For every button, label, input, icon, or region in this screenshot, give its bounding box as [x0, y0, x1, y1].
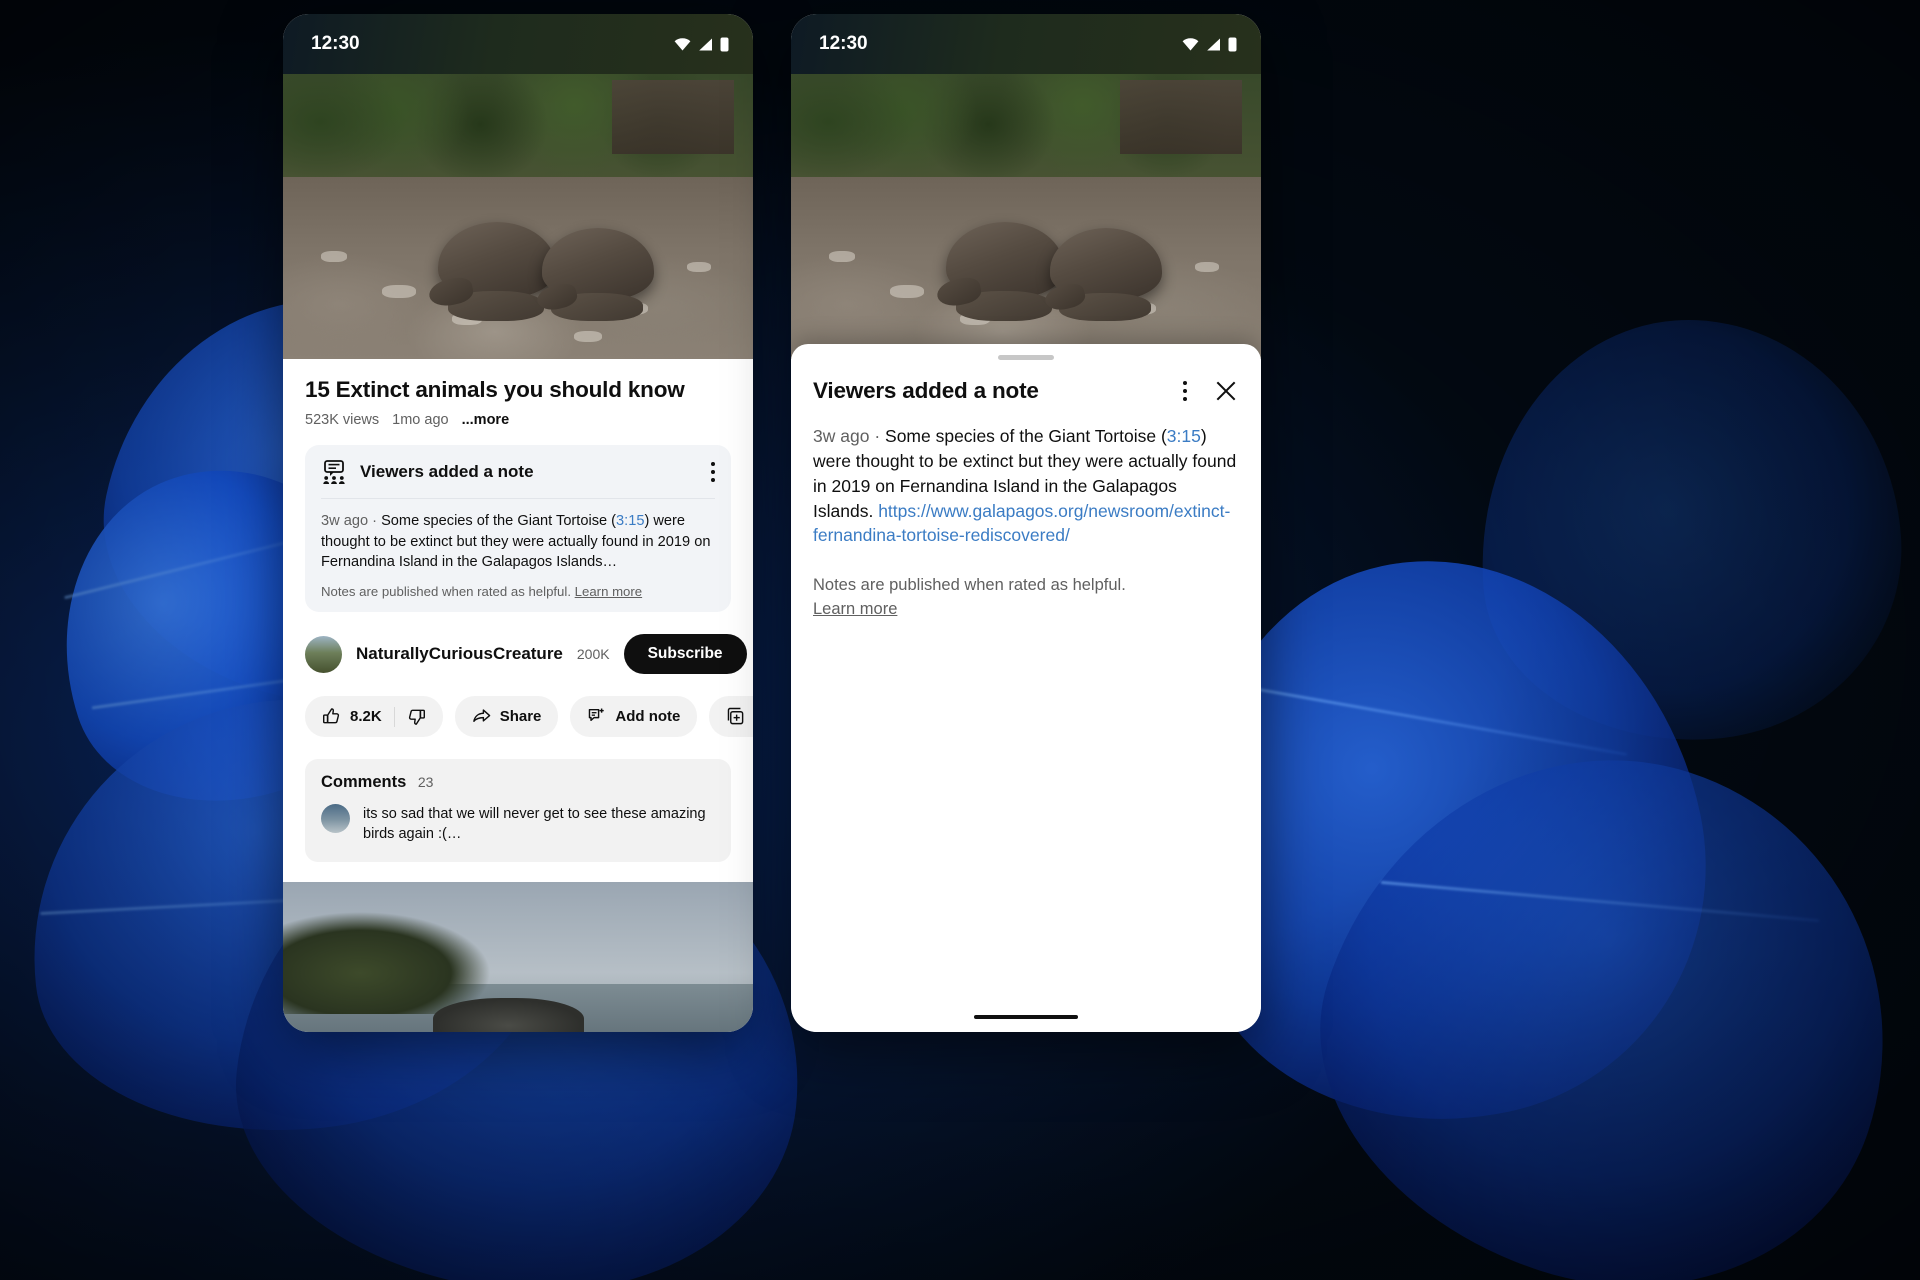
- viewers-note-title: Viewers added a note: [360, 462, 534, 481]
- comments-count: 23: [417, 774, 434, 791]
- view-count: 523K views: [305, 412, 380, 428]
- share-button[interactable]: Share: [454, 696, 559, 738]
- channel-avatar[interactable]: [305, 635, 342, 673]
- note-separator: ·: [372, 513, 377, 529]
- note-timestamp: 3w ago: [321, 513, 369, 529]
- learn-more-link[interactable]: Learn more: [813, 598, 1239, 622]
- action-buttons-row: 8.2K Share Add note: [305, 696, 753, 738]
- channel-row: NaturallyCuriousCreature 200K Subscribe: [305, 634, 747, 675]
- bottom-sheet-title: Viewers added a note: [813, 378, 1039, 403]
- status-bar-clock: 12:30: [311, 33, 360, 54]
- more-description-button[interactable]: ...more: [462, 412, 510, 428]
- note-video-timestamp-link[interactable]: 3:15: [1167, 426, 1201, 446]
- video-details: 15 Extinct animals you should know 523K …: [283, 377, 753, 863]
- share-arrow-icon: [472, 707, 491, 726]
- note-video-timestamp-link[interactable]: 3:15: [616, 513, 644, 529]
- phone-screenshot-right: 12:30 Viewers added a note 3w ago · Some…: [791, 14, 1261, 1032]
- video-player-thumbnail[interactable]: [791, 74, 1261, 359]
- commenter-avatar: [321, 804, 350, 834]
- video-title: 15 Extinct animals you should know: [305, 377, 685, 402]
- learn-more-link[interactable]: Learn more: [575, 584, 642, 599]
- home-indicator[interactable]: [974, 1015, 1078, 1019]
- share-label: Share: [499, 708, 542, 726]
- battery-icon: [1228, 37, 1237, 52]
- phone-screenshot-left: 12:30 15 Extinct animals you should know…: [283, 14, 753, 1032]
- comments-section[interactable]: Comments 23 its so sad that we will neve…: [305, 759, 731, 863]
- note-text-part1: Some species of the Giant Tortoise (: [381, 513, 617, 529]
- bottom-sheet-header: Viewers added a note: [813, 378, 1239, 404]
- status-bar: 12:30: [283, 14, 753, 74]
- video-meta: 523K views 1mo ago ...more: [305, 412, 731, 428]
- add-note-button[interactable]: Add note: [570, 696, 698, 738]
- viewers-note-icon: [321, 459, 347, 485]
- battery-icon: [720, 37, 729, 52]
- bottom-sheet-note-body: 3w ago · Some species of the Giant Torto…: [813, 424, 1239, 548]
- bottom-sheet-footer: Notes are published when rated as helpfu…: [813, 574, 1239, 622]
- thumbs-down-icon[interactable]: [407, 707, 426, 726]
- status-bar: 12:30: [791, 14, 1261, 74]
- thumbs-up-icon[interactable]: [322, 707, 341, 726]
- channel-name[interactable]: NaturallyCuriousCreature: [356, 644, 563, 664]
- signal-icon: [1206, 38, 1221, 51]
- note-footer-text: Notes are published when rated as helpfu…: [321, 584, 571, 600]
- like-count: 8.2K: [350, 708, 382, 726]
- comments-heading: Comments: [321, 773, 407, 792]
- channel-subscriber-count: 200K: [576, 646, 610, 663]
- more-vertical-icon[interactable]: [711, 462, 715, 482]
- divider: [321, 498, 715, 499]
- video-thumbnail-image: [791, 74, 1261, 359]
- note-text-part1: Some species of the Giant Tortoise (: [885, 426, 1167, 446]
- save-button[interactable]: Sa: [709, 696, 753, 738]
- viewers-note-header: Viewers added a note: [321, 459, 715, 485]
- publish-date: 1mo ago: [392, 412, 449, 428]
- like-dislike-chip[interactable]: 8.2K: [305, 696, 443, 738]
- drag-handle[interactable]: [998, 355, 1054, 360]
- top-comment-row[interactable]: its so sad that we will never get to see…: [321, 804, 715, 844]
- add-note-icon: [587, 707, 606, 726]
- add-note-label: Add note: [615, 708, 681, 726]
- note-separator: ·: [874, 426, 881, 446]
- viewers-note-card[interactable]: Viewers added a note 3w ago · Some speci…: [305, 445, 731, 613]
- close-icon[interactable]: [1213, 378, 1239, 404]
- save-icon: [726, 707, 745, 726]
- viewers-note-bottom-sheet: Viewers added a note 3w ago · Some speci…: [791, 344, 1261, 1032]
- wifi-icon: [1182, 37, 1199, 51]
- video-thumbnail-image: [283, 74, 753, 359]
- divider: [393, 706, 395, 727]
- viewers-note-footer: Notes are published when rated as helpfu…: [321, 584, 715, 599]
- note-timestamp: 3w ago: [813, 426, 870, 446]
- next-video-thumbnail[interactable]: [283, 882, 753, 1032]
- status-bar-clock: 12:30: [819, 33, 868, 54]
- viewers-note-body: 3w ago · Some species of the Giant Torto…: [321, 511, 715, 573]
- subscribe-button[interactable]: Subscribe: [623, 634, 747, 675]
- comments-header: Comments 23: [321, 773, 715, 792]
- video-player-thumbnail[interactable]: [283, 74, 753, 359]
- wifi-icon: [674, 37, 691, 51]
- more-vertical-icon[interactable]: [1183, 381, 1187, 401]
- status-bar-icons: [674, 37, 729, 52]
- top-comment-text: its so sad that we will never get to see…: [363, 806, 706, 843]
- status-bar-icons: [1182, 37, 1237, 52]
- note-footer-text: Notes are published when rated as helpfu…: [813, 576, 1126, 595]
- signal-icon: [698, 38, 713, 51]
